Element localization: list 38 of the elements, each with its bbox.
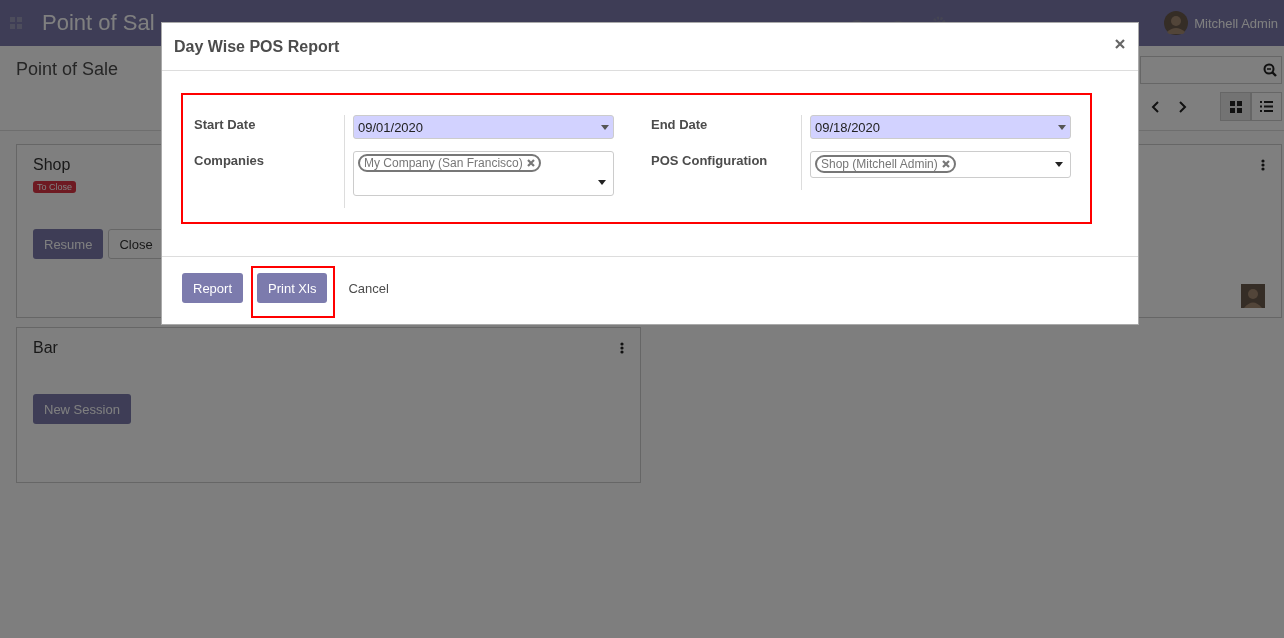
- date-field[interactable]: 09/18/2020: [810, 115, 1071, 139]
- close-icon[interactable]: [1115, 39, 1125, 49]
- list-icon[interactable]: [1260, 101, 1273, 112]
- caret-down-icon[interactable]: [1055, 161, 1063, 167]
- chevron-left-icon[interactable]: [1150, 100, 1160, 113]
- kebab-menu-icon[interactable]: [620, 342, 624, 354]
- grid-icon[interactable]: [1229, 100, 1242, 113]
- caret-down-icon[interactable]: [598, 179, 606, 185]
- tags-field[interactable]: My Company (San Francisco): [353, 151, 614, 196]
- secondary-button[interactable]: Close: [108, 229, 164, 259]
- card-title: Shop: [33, 156, 71, 174]
- tags-field[interactable]: Shop (Mitchell Admin): [810, 151, 1071, 178]
- field-label: Companies: [194, 152, 266, 170]
- field-label: Start Date: [194, 116, 257, 134]
- kanban-view-button[interactable]: [1220, 92, 1251, 121]
- search-icon[interactable]: [1263, 63, 1277, 77]
- primary-button[interactable]: Resume: [33, 229, 104, 259]
- breadcrumb: Point of Sale: [16, 59, 119, 79]
- cancel-link[interactable]: Cancel: [341, 273, 396, 303]
- app-title: Point of Sal: [42, 10, 155, 36]
- card-title: Bar: [33, 339, 58, 357]
- date-field[interactable]: 09/01/2020: [353, 115, 614, 139]
- remove-icon[interactable]: [941, 160, 950, 168]
- remove-icon[interactable]: [526, 159, 535, 167]
- dialog-button[interactable]: Print Xls: [257, 273, 328, 303]
- field-label: End Date: [651, 116, 709, 134]
- user-menu[interactable]: Mitchell Admin: [1194, 15, 1278, 31]
- dialog-button[interactable]: Report: [182, 273, 244, 303]
- list-view-button[interactable]: [1251, 92, 1282, 121]
- dialog-title: Day Wise POS Report: [174, 37, 340, 56]
- tag-chip[interactable]: Shop (Mitchell Admin): [815, 155, 956, 173]
- tag-chip[interactable]: My Company (San Francisco): [358, 154, 541, 172]
- status-badge: To Close: [33, 181, 76, 193]
- primary-button[interactable]: New Session: [33, 394, 131, 424]
- chevron-right-icon[interactable]: [1178, 100, 1188, 113]
- field-label: POS Configuration: [651, 152, 769, 170]
- kebab-menu-icon[interactable]: [1261, 159, 1265, 171]
- search-field[interactable]: [1140, 56, 1282, 84]
